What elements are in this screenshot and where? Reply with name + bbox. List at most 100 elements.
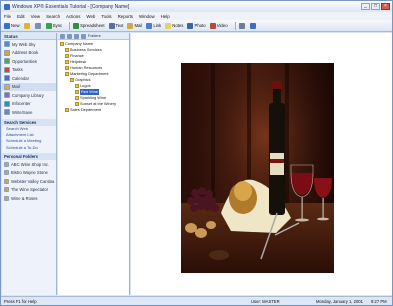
print-icon [34,22,41,29]
toolbar-button-mail[interactable]: Mail [127,22,143,29]
image-viewer [131,33,392,295]
toolbar-button-zoom[interactable] [238,22,246,29]
personal-folder-label: Webster Valley Cantina [11,178,55,184]
personal-folder-item[interactable]: ABC Wine Shop Inc. [2,160,56,169]
toolbar-button-label: New [11,23,20,28]
personal-folders-header[interactable]: Personal Folders [2,153,56,161]
status-help-text: Press F1 for Help [4,299,37,304]
maximize-button[interactable]: □ [371,3,380,10]
minimize-button[interactable]: _ [361,3,370,10]
sidebar-item-my-web-sky[interactable]: My Web Sky [2,40,56,49]
personal-folder-item[interactable]: Bistro Wayne Stone [2,169,56,178]
toolbar-button-open-folder[interactable] [23,22,31,29]
sidebar-item-infocenter[interactable]: Infocenter [2,100,56,109]
sync-icon [45,22,52,29]
sidebar-item-mail[interactable]: Mail [2,82,56,91]
sidebar-item-label: Write/Save [12,109,33,115]
delete-icon[interactable] [81,33,86,39]
toolbar-button-label: Sync [52,23,63,28]
status-bar: Press F1 for Help User: MASTER Monday, J… [1,296,392,305]
personal-folder-item[interactable]: The Wine Spectator [2,186,56,195]
menu-search[interactable]: Search [46,14,60,19]
globe-icon [4,41,10,48]
folder-icon [70,78,74,82]
folder-icon [65,66,69,70]
toolbar-button-sync[interactable]: Sync [45,22,63,29]
menu-actions[interactable]: Actions [66,14,80,19]
sidebar-item-opportunities[interactable]: Opportunities [2,57,56,66]
search-services-header[interactable]: Search Services [2,118,56,126]
menu-reports[interactable]: Reports [118,14,133,19]
sidebar-item-label: Company Library [12,92,44,98]
sidebar-item-address-book[interactable]: Address Book [2,49,56,58]
toolbar-separator [69,21,71,30]
folder-icon [75,90,79,94]
folder-icon [65,108,69,112]
menu-window[interactable]: Window [139,14,155,19]
close-button[interactable]: × [381,3,390,10]
mail-icon [4,83,10,90]
folder-icon [75,84,79,88]
toolbar-button-spreadsheet[interactable]: Spreadsheet [73,22,105,29]
library-icon [4,92,10,99]
personal-folder-label: ABC Wine Shop Inc. [11,161,50,167]
help-icon [249,22,256,29]
toolbar-button-label: Mail [134,23,143,28]
video-icon [209,22,216,29]
new-icon [4,22,10,29]
folder-tree-pane: Folders Company Name Business Services Fin… [58,33,130,295]
toolbar-button-text[interactable]: Text [108,22,123,29]
folder-icon [65,72,69,76]
menu-view[interactable]: View [31,14,40,19]
sidebar-item-write-save[interactable]: Write/Save [2,108,56,117]
sidebar-item-tasks[interactable]: Tasks [2,66,56,75]
personal-folder-item[interactable]: Webster Valley Cantina [2,177,56,186]
nav-pane-title: Status [2,33,56,40]
write-icon [4,109,10,116]
toolbar-button-photo[interactable]: Photo [187,22,206,29]
sidebar-item-label: Tasks [12,67,23,73]
status-time: 9:27 PM [371,299,387,304]
folder-icon [75,96,79,100]
sidebar-item-label: Mail [12,84,20,90]
folder-icon [4,195,9,201]
status-date: Monday, January 1, 2001 [316,299,363,304]
open-folder-icon [23,22,30,29]
sidebar-item-calendar[interactable]: Calendar [2,74,56,83]
opportunities-icon [4,58,10,65]
tree-node[interactable]: Sales Department [58,107,129,113]
personal-folder-item[interactable]: Wine & Roses [2,194,56,203]
toolbar-button-link[interactable]: Link [146,22,161,29]
menu-file[interactable]: File [4,14,11,19]
link-icon [146,22,153,29]
toolbar-button-new[interactable]: New [4,22,20,29]
search-service-link[interactable]: Schedule a To-Do [2,145,56,151]
toolbar-separator [234,21,236,30]
back-icon[interactable] [60,33,65,39]
folder-icon [4,170,9,176]
title-bar: Windows XP® Essentials Tutorial - [Compa… [1,1,392,12]
toolbar-button-label: Spreadsheet [80,23,105,28]
menu-web[interactable]: Web [86,14,95,19]
address-book-icon [4,49,10,56]
sidebar-item-label: Calendar [12,75,29,81]
toolbar-button-notes[interactable]: Notes [165,22,184,29]
tree-toolbar-label: Folders [88,34,101,38]
toolbar-button-print[interactable] [34,22,42,29]
up-folder-icon[interactable] [67,33,72,39]
toolbar-button-video[interactable]: Video [209,22,228,29]
sidebar-item-company-library[interactable]: Company Library [2,91,56,100]
menu-tools[interactable]: Tools [101,14,111,19]
app-icon [4,3,10,10]
menu-edit[interactable]: Edit [17,14,25,19]
new-folder-icon[interactable] [74,33,79,39]
personal-folder-label: The Wine Spectator [11,187,49,193]
folder-icon [4,187,9,193]
infocenter-icon [4,100,10,107]
sidebar-item-label: My Web Sky [12,41,36,47]
toolbar-button-label: Notes [172,23,184,28]
toolbar-button-help[interactable] [249,22,257,29]
folder-icon [4,161,9,167]
menu-help[interactable]: Help [161,14,170,19]
folder-icon [75,102,79,106]
